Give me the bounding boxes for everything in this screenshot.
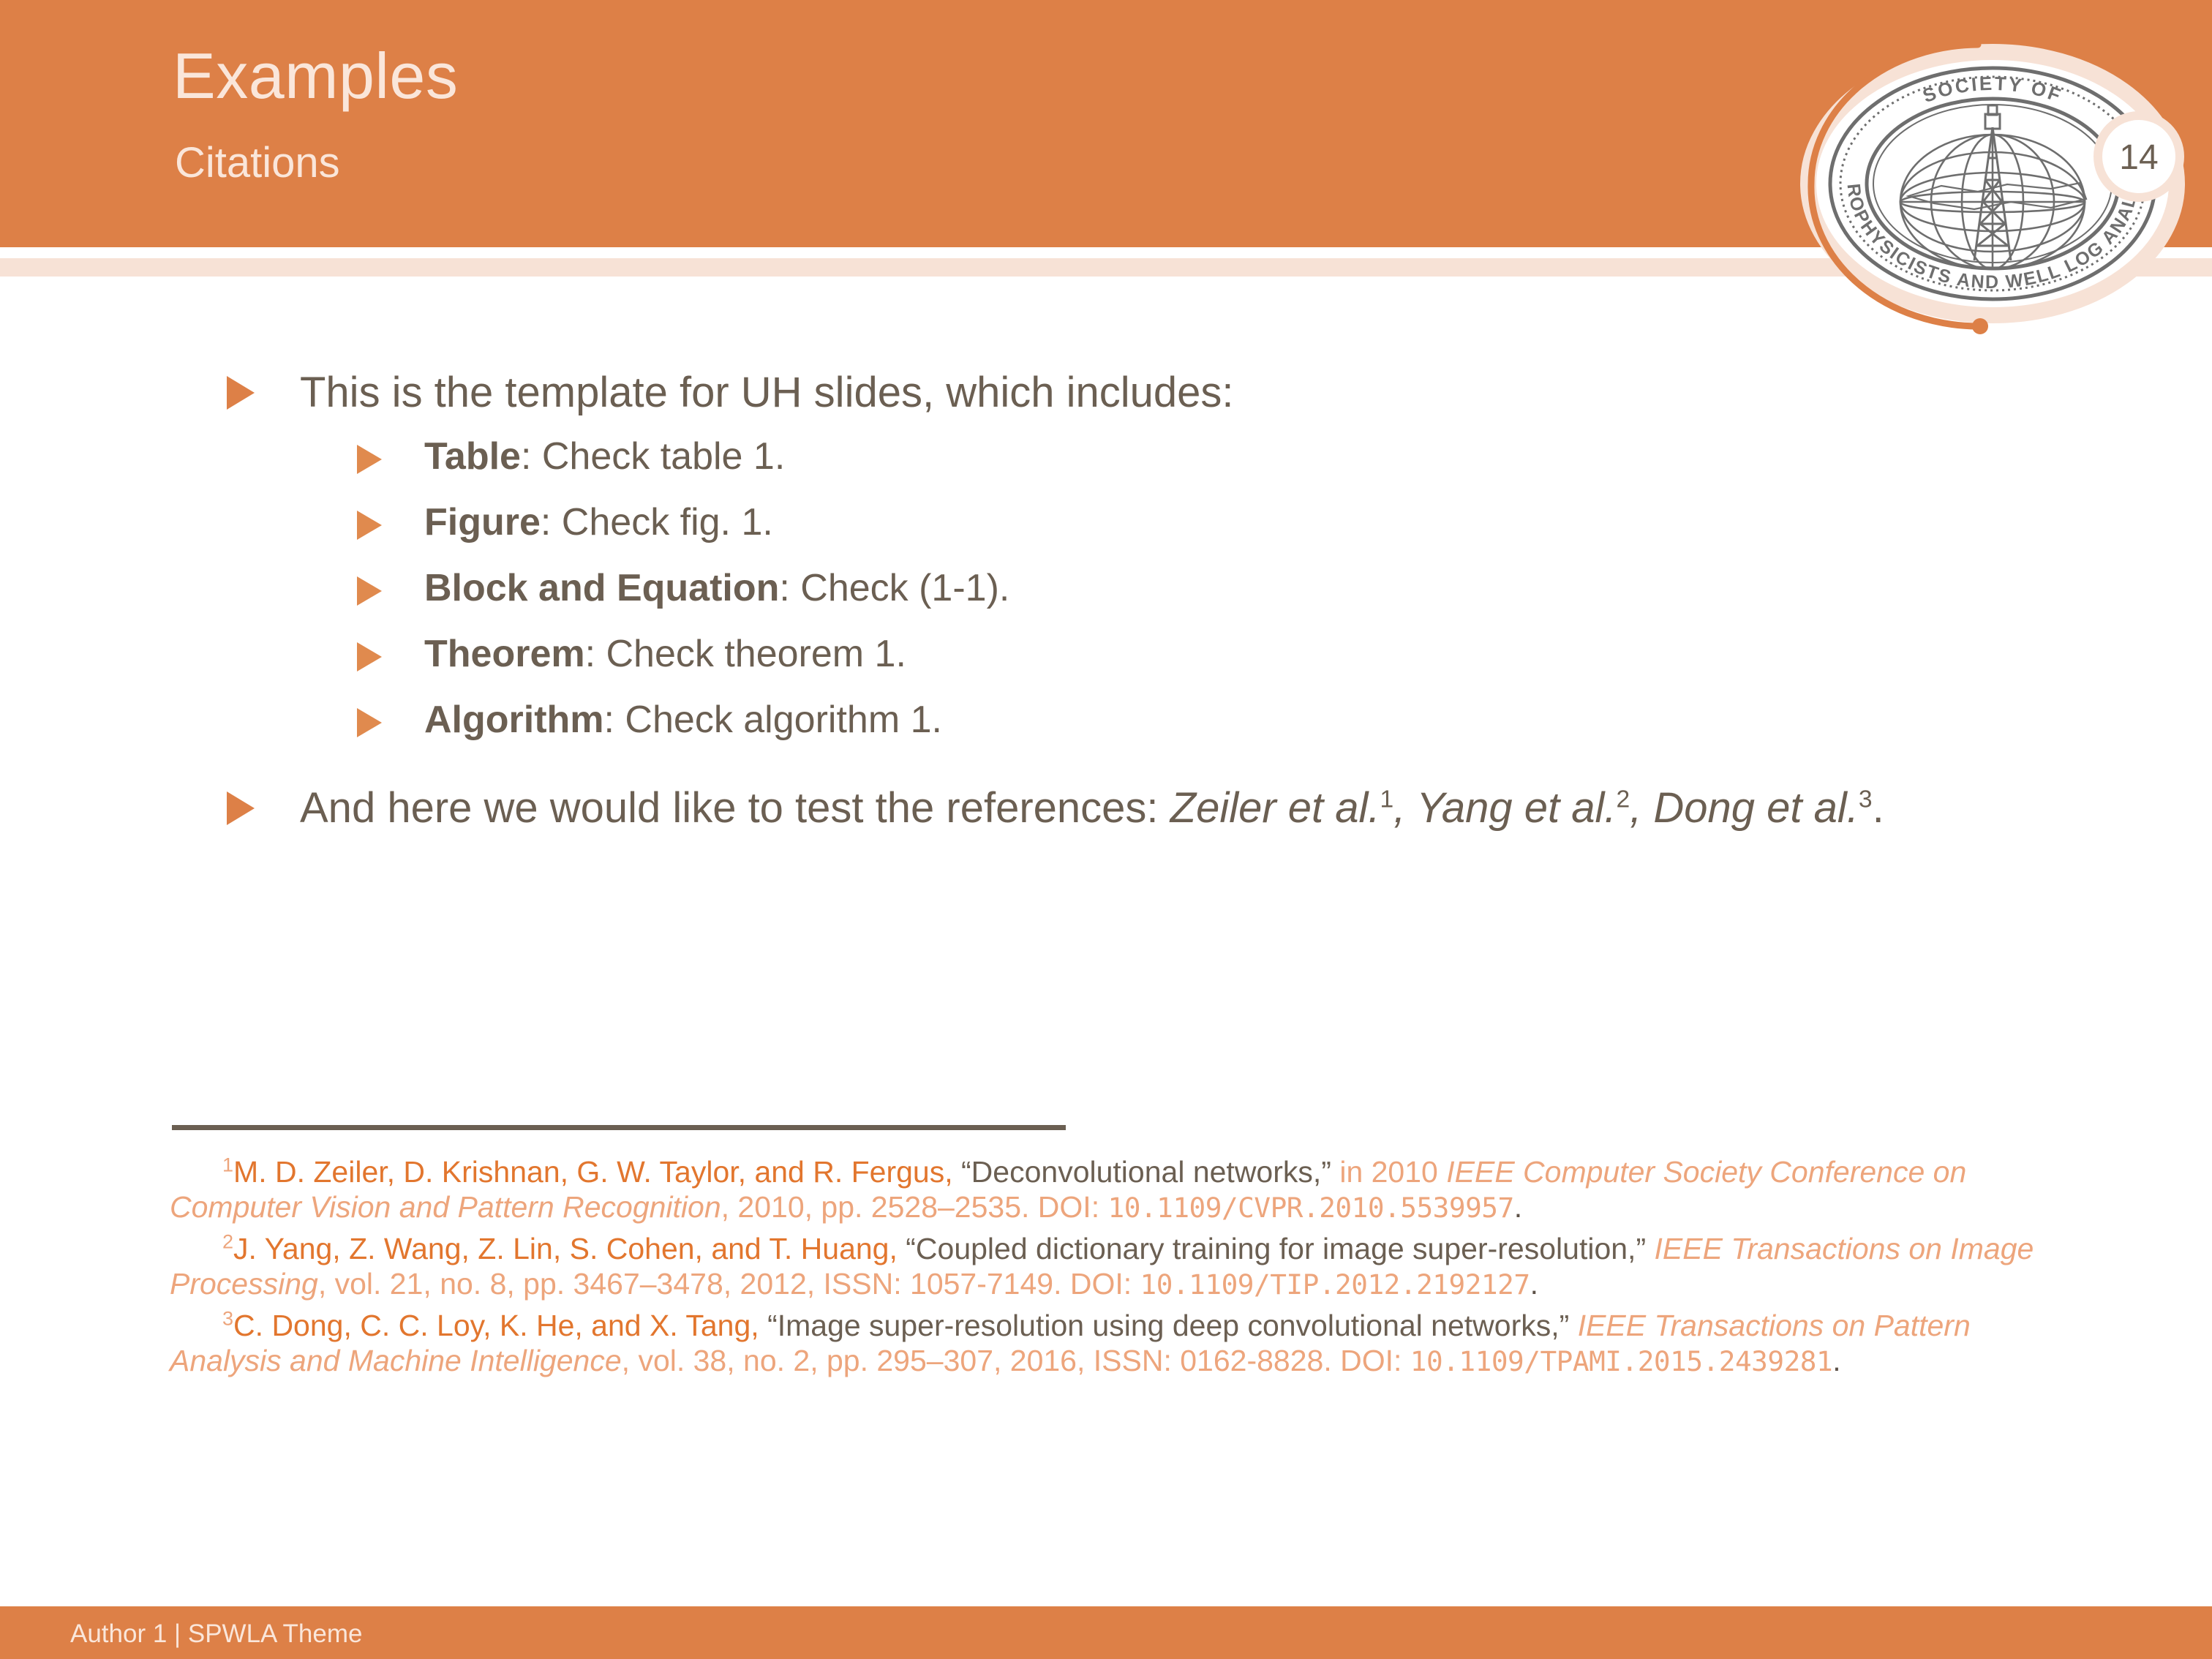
page-subtitle: Citations [175, 139, 340, 187]
footnote-title: “Coupled dictionary training for image s… [897, 1231, 1647, 1265]
citation-sep-1: , [1393, 784, 1417, 832]
footnote-details: , 2010, pp. 2528–2535. DOI: [721, 1190, 1108, 1224]
footnote-2: 2J. Yang, Z. Wang, Z. Lin, S. Cohen, and… [170, 1231, 2042, 1302]
bullet-triangle-icon [357, 576, 382, 606]
citation-dong: Dong et al. [1653, 784, 1859, 832]
sub-bullet-rest: : Check fig. 1. [540, 501, 773, 544]
footnote-authors: C. Dong, C. C. Loy, K. He, and X. Tang, [233, 1308, 759, 1342]
footnote-doi[interactable]: 10.1109/TIP.2012.2192127 [1140, 1268, 1531, 1301]
sub-bullet-table: Table: Check table 1. [0, 437, 2212, 475]
sub-bullet-rest: : Check table 1. [520, 435, 786, 478]
bullet-triangle-icon [357, 445, 382, 475]
sub-bullet-label: Block and Equation [424, 567, 780, 610]
sub-bullet-list: Table: Check table 1. Figure: Check fig.… [0, 437, 2212, 739]
footnote-list: 1M. D. Zeiler, D. Krishnan, G. W. Taylor… [170, 1154, 2042, 1384]
footnote-doi[interactable]: 10.1109/TPAMI.2015.2439281 [1410, 1345, 1833, 1377]
bullet-triangle-icon [227, 376, 255, 410]
sub-bullet-label: Table [424, 435, 521, 478]
sub-bullet-label: Figure [424, 501, 541, 544]
page-title: Examples [173, 40, 459, 112]
footnote-end-period: . [1832, 1343, 1841, 1377]
footnote-details: , vol. 21, no. 8, pp. 3467–3478, 2012, I… [317, 1267, 1140, 1301]
bullet1-text: This is the template for UH slides, whic… [300, 369, 1234, 416]
footnote-number: 1 [222, 1154, 234, 1176]
bullet-triangle-icon [357, 511, 382, 541]
footnote-venue-prefix [1646, 1232, 1654, 1265]
bullet-triangle-icon [357, 708, 382, 738]
sub-bullet-rest: : Check theorem 1. [584, 633, 906, 676]
bullet-triangle-icon [227, 791, 255, 826]
bullet2-lead: And here we would like to test the refer… [300, 784, 1170, 832]
footer-text: Author 1 | SPWLA Theme [70, 1620, 363, 1648]
footnote-venue-prefix [1569, 1309, 1577, 1342]
footnote-1: 1M. D. Zeiler, D. Krishnan, G. W. Taylor… [170, 1154, 2042, 1225]
footer-band: Author 1 | SPWLA Theme [0, 1606, 2212, 1659]
footnote-3: 3C. Dong, C. C. Loy, K. He, and X. Tang,… [170, 1308, 2042, 1379]
bullet-item-level1: This is the template for UH slides, whic… [0, 366, 2212, 420]
citation-end-period: . [1872, 784, 1884, 832]
citation-sep-2: , [1630, 784, 1654, 832]
footnote-separator-rule [172, 1125, 1066, 1130]
citation-yang: Yang et al. [1416, 784, 1617, 832]
sub-bullet-rest: : Check algorithm 1. [603, 699, 942, 742]
sub-bullet-label: Theorem [424, 633, 585, 676]
footnote-end-period: . [1530, 1267, 1538, 1301]
sub-bullet-label: Algorithm [424, 699, 604, 742]
bullet-triangle-icon [357, 642, 382, 672]
footnote-venue-prefix: in 2010 [1331, 1155, 1447, 1189]
footnote-authors: J. Yang, Z. Wang, Z. Lin, S. Cohen, and … [233, 1231, 898, 1265]
footnote-doi[interactable]: 10.1109/CVPR.2010.5539957 [1107, 1192, 1514, 1224]
sub-bullet-figure: Figure: Check fig. 1. [0, 503, 2212, 541]
citation-ref-3[interactable]: 3 [1859, 786, 1873, 813]
citation-zeiler: Zeiler et al. [1170, 784, 1380, 832]
footnote-number: 3 [222, 1306, 234, 1329]
footnote-details: , vol. 38, no. 2, pp. 295–307, 2016, ISS… [621, 1343, 1410, 1377]
footnote-end-period: . [1513, 1190, 1523, 1224]
sub-bullet-block-and-equation: Block and Equation: Check (1-1). [0, 569, 2212, 607]
footnote-title: “Image super-resolution using deep convo… [759, 1308, 1570, 1342]
sub-bullet-algorithm: Algorithm: Check algorithm 1. [0, 701, 2212, 739]
footnote-title: “Deconvolutional networks,” [952, 1155, 1331, 1189]
bullet-item-level1-references: And here we would like to test the refer… [0, 781, 2212, 835]
slide-body: This is the template for UH slides, whic… [0, 366, 2212, 835]
spwla-logo: SOCIETY OF PETROPHYSICISTS AND WELL LOG … [1758, 19, 2212, 341]
citation-ref-2[interactable]: 2 [1616, 786, 1630, 813]
sub-bullet-rest: : Check (1-1). [779, 567, 1010, 610]
page-number-text: 14 [2119, 138, 2158, 177]
sub-bullet-theorem: Theorem: Check theorem 1. [0, 635, 2212, 673]
logo-swoosh-dot [1972, 318, 1988, 334]
footnote-authors: M. D. Zeiler, D. Krishnan, G. W. Taylor,… [233, 1155, 953, 1189]
footnote-number: 2 [222, 1230, 234, 1253]
citation-ref-1[interactable]: 1 [1380, 786, 1394, 813]
